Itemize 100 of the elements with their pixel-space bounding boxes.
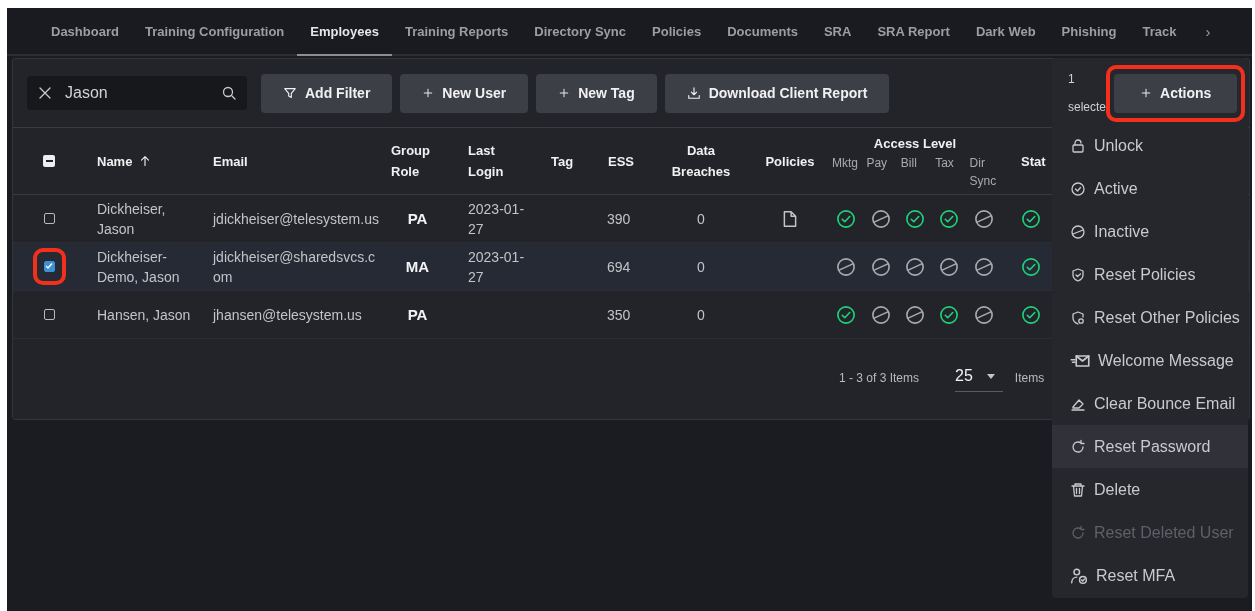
column-header[interactable]: Stat <box>1021 153 1046 169</box>
nav-tab[interactable]: Training Reports <box>391 8 522 56</box>
row-checkbox[interactable] <box>43 309 55 320</box>
toolbar-button[interactable]: New User <box>400 73 529 113</box>
check-circle-icon <box>1021 256 1041 277</box>
shield-gear-icon <box>1070 309 1086 326</box>
toolbar-button[interactable]: Add Filter <box>261 73 393 113</box>
blocked-circle-icon <box>870 256 891 277</box>
check-circle-icon <box>939 304 960 325</box>
plus-icon <box>558 87 571 99</box>
row-checkbox[interactable] <box>43 261 55 272</box>
search-icon <box>221 85 237 101</box>
blocked-circle-icon <box>836 256 857 277</box>
scroll-right-button[interactable]: › <box>1193 8 1223 54</box>
nav-tab[interactable]: Phishing <box>1048 8 1130 56</box>
nav-tab[interactable]: Dark Web <box>962 8 1049 56</box>
check-circle-icon <box>939 208 960 229</box>
filter-icon <box>283 86 297 100</box>
menu-item[interactable]: Delete <box>1052 468 1248 511</box>
table-cell-text: 0 <box>697 257 705 277</box>
menu-item[interactable]: Reset MFA <box>1052 554 1248 597</box>
blocked-circle-icon <box>973 304 994 325</box>
menu-item[interactable]: Welcome Message <box>1052 339 1248 382</box>
blocked-circle-icon <box>870 208 891 229</box>
nav-tab[interactable]: Dashboard <box>38 8 132 56</box>
plus-icon <box>1140 87 1152 99</box>
column-header[interactable]: Group Role <box>391 140 430 182</box>
page-size-label: Items <box>1014 370 1045 385</box>
selection-count: 1 selecte <box>1068 71 1106 116</box>
column-header[interactable]: Policies <box>765 150 815 172</box>
table-cell: MA <box>405 257 430 275</box>
caret-icon <box>986 373 995 379</box>
table-cell: 390 <box>607 210 631 227</box>
table-cell: Dickheiser-Demo, Jason <box>97 248 180 285</box>
table-cell: Dickheiser, Jason <box>97 200 166 237</box>
refresh-icon <box>1070 438 1086 455</box>
download-icon <box>686 86 701 100</box>
column-header[interactable]: ESS <box>608 150 634 172</box>
table-cell: jdickheiser@sharedsvcs.com <box>213 248 376 285</box>
close-icon <box>37 85 53 101</box>
blocked-circle-icon <box>905 256 925 277</box>
table-cell-text: 0 <box>697 305 705 325</box>
check-circle-icon <box>836 208 857 229</box>
table-cell: PA <box>407 305 428 323</box>
menu-item[interactable]: Unlock <box>1052 124 1248 167</box>
plus-icon <box>422 87 435 99</box>
table-cell: 2023-01-27 <box>468 248 525 285</box>
trash-icon <box>1070 481 1086 498</box>
blocked-circle-icon <box>939 256 960 277</box>
column-header[interactable]: Last Login <box>468 140 504 182</box>
check-circle-icon <box>1070 180 1086 197</box>
menu-item[interactable]: Inactive <box>1052 210 1248 253</box>
select-all-checkbox[interactable] <box>43 155 55 167</box>
menu-item[interactable]: Reset Password <box>1052 425 1248 468</box>
pagination-range: 1 - 3 of 3 Items <box>839 370 920 385</box>
nav-tab[interactable]: SRA <box>810 8 865 56</box>
blocked-circle-icon <box>973 208 994 229</box>
check-circle-icon <box>1021 304 1041 325</box>
blocked-circle-icon <box>1070 223 1086 240</box>
nav-tab[interactable]: Directory Sync <box>521 8 639 56</box>
nav-tab[interactable]: SRA Report <box>864 8 963 56</box>
page-size-dropdown[interactable]: 25 <box>955 363 1003 392</box>
nav-tab[interactable]: Track <box>1129 8 1190 56</box>
document-icon <box>781 209 799 228</box>
table-cell: jdickheiser@telesystem.us <box>213 210 379 227</box>
row-checkbox[interactable] <box>43 213 55 224</box>
toolbar-button[interactable]: Download Client Report <box>664 73 890 113</box>
column-subheader: Mktg <box>831 154 859 172</box>
check-circle-icon <box>1021 208 1041 229</box>
column-header[interactable]: Tag <box>551 150 574 172</box>
nav-tab[interactable]: Policies <box>639 8 715 56</box>
menu-item[interactable]: Active <box>1052 167 1248 210</box>
blocked-circle-icon <box>870 304 891 325</box>
nav-tab[interactable]: Training Configuration <box>131 8 298 56</box>
table-cell-text: 0 <box>697 209 705 229</box>
table-cell: jhansen@telesystem.us <box>213 306 362 323</box>
search-field[interactable]: Jason <box>27 76 247 110</box>
blocked-circle-icon <box>973 256 994 277</box>
nav-tab[interactable]: Employees <box>297 8 392 56</box>
search-input[interactable]: Jason <box>63 83 211 103</box>
menu-item[interactable]: Reset Policies <box>1052 253 1248 296</box>
column-subheader: Tax <box>934 154 955 172</box>
column-subheader: Bill <box>899 154 918 172</box>
check-circle-icon <box>905 208 925 229</box>
table-cell: Hansen, Jason <box>97 306 191 323</box>
shield-icon <box>1070 266 1086 283</box>
menu-item[interactable]: Reset Other Policies <box>1052 296 1248 339</box>
table-cell: PA <box>407 209 428 227</box>
menu-item[interactable]: Clear Bounce Email <box>1052 382 1248 425</box>
actions-button[interactable]: Actions <box>1114 73 1238 113</box>
column-header[interactable]: Email <box>213 150 248 172</box>
table-cell: 350 <box>607 306 631 323</box>
nav-tab[interactable]: Documents <box>714 8 811 56</box>
column-subheader: Pay <box>865 154 889 172</box>
toolbar-button[interactable]: New Tag <box>536 73 657 113</box>
table-cell: 2023-01-27 <box>468 200 525 237</box>
column-header: Access Level <box>872 134 958 153</box>
column-header[interactable]: Name <box>97 150 133 172</box>
blocked-circle-icon <box>905 304 925 325</box>
column-header[interactable]: Data Breaches <box>671 140 731 182</box>
